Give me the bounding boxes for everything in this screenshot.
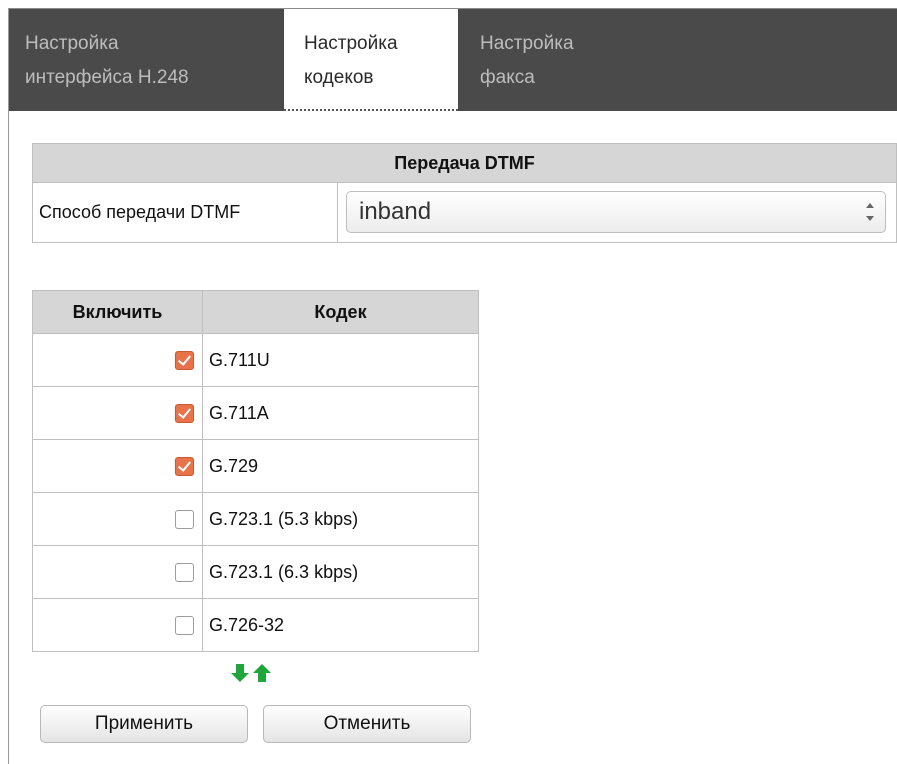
dtmf-settings-table: Передача DTMF Способ передачи DTMF inban…	[32, 143, 897, 243]
dtmf-method-select[interactable]: inband	[346, 191, 886, 233]
table-row[interactable]: G.711U	[32, 333, 479, 387]
codec-enable-checkbox[interactable]	[175, 510, 194, 530]
codec-name: G.711A	[202, 386, 479, 440]
codec-enable-checkbox[interactable]	[175, 457, 194, 477]
codec-name: G.729	[202, 439, 479, 493]
tab-label-line1: Настройка	[25, 33, 119, 54]
codec-name: G.711U	[202, 333, 479, 387]
enable-cell	[32, 386, 203, 440]
panel-left-border	[8, 8, 9, 764]
enable-cell	[32, 545, 203, 599]
cancel-button[interactable]: Отменить	[263, 705, 471, 743]
table-row[interactable]: G.711A	[32, 386, 479, 440]
table-row[interactable]: G.726-32	[32, 598, 479, 652]
tab-label-line2: кодеков	[304, 67, 374, 88]
enable-cell	[32, 598, 203, 652]
codec-name: G.726-32	[202, 598, 479, 652]
tab-label-line1: Настройка	[480, 33, 574, 54]
tab-codec-settings[interactable]: Настройка кодеков	[284, 9, 458, 111]
enable-cell	[32, 439, 203, 493]
codec-enable-checkbox[interactable]	[175, 351, 194, 371]
arrow-up-icon[interactable]	[252, 662, 272, 684]
table-row[interactable]: G.723.1 (6.3 kbps)	[32, 545, 479, 599]
dtmf-section-header: Передача DTMF	[32, 143, 897, 183]
dtmf-method-value: inband	[359, 198, 432, 225]
arrow-down-icon[interactable]	[230, 662, 250, 684]
tab-fax-settings[interactable]: Настройка факса	[480, 9, 680, 111]
codec-enable-checkbox[interactable]	[175, 563, 194, 583]
tab-label-line2: факса	[480, 67, 535, 88]
column-header-codec: Кодек	[202, 290, 479, 334]
apply-button[interactable]: Применить	[40, 705, 248, 743]
codec-table-header-row: Включить Кодек	[32, 290, 479, 334]
table-row[interactable]: G.723.1 (5.3 kbps)	[32, 492, 479, 546]
codec-table: Включить Кодек G.711U G.711A G.729 G.723…	[32, 290, 479, 652]
tab-label-line1: Настройка	[304, 33, 398, 54]
dtmf-method-cell: inband	[337, 182, 897, 243]
codec-name: G.723.1 (6.3 kbps)	[202, 545, 479, 599]
codec-enable-checkbox[interactable]	[175, 616, 194, 636]
column-header-enable: Включить	[32, 290, 203, 334]
codec-enable-checkbox[interactable]	[175, 404, 194, 424]
tab-h248-interface-settings[interactable]: Настройка интерфейса H.248	[25, 9, 285, 111]
codec-order-controls	[230, 662, 290, 686]
tab-label-line2: интерфейса H.248	[25, 67, 189, 88]
enable-cell	[32, 492, 203, 546]
select-up-down-icon	[865, 199, 875, 225]
tab-bar: Настройка интерфейса H.248 Настройка код…	[9, 9, 897, 111]
dtmf-method-label: Способ передачи DTMF	[32, 182, 338, 243]
codec-name: G.723.1 (5.3 kbps)	[202, 492, 479, 546]
table-row[interactable]: G.729	[32, 439, 479, 493]
enable-cell	[32, 333, 203, 387]
